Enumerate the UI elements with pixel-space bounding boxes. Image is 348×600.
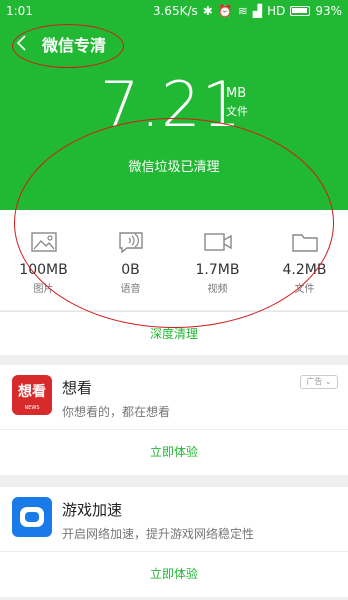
annotation-circle-stats (14, 118, 334, 328)
bluetooth-icon: ✱ (202, 4, 213, 18)
alarm-icon: ⏰ (217, 4, 233, 18)
try-now-button[interactable]: 立即体验 (0, 552, 348, 597)
battery-icon (290, 6, 311, 16)
network-type: HD (267, 4, 286, 18)
ad-badge[interactable]: 广告 ⌄ (300, 375, 338, 389)
status-icons: 3.65K/s ✱ ⏰ ≋ ▟ HD 93% (153, 4, 342, 18)
status-bar: 1:01 3.65K/s ✱ ⏰ ≋ ▟ HD 93% (0, 0, 348, 24)
app-name: 游戏加速 (62, 501, 123, 519)
battery-level: 93% (315, 4, 342, 18)
app-name: 想看 (62, 379, 93, 397)
app-description: 开启网络加速，提升游戏网络稳定性 (62, 527, 255, 541)
wifi-icon: ≋ (237, 4, 248, 18)
status-time: 1:01 (6, 4, 33, 18)
gamepad-icon (12, 497, 52, 537)
promo-card-game-boost: 游戏加速 开启网络加速，提升游戏网络稳定性 立即体验 (0, 487, 348, 597)
try-now-button[interactable]: 立即体验 (0, 430, 348, 475)
xiangkan-logo-sub: NEWS (24, 405, 40, 411)
cleaned-size-unit: MB (226, 86, 247, 101)
annotation-circle-title (12, 24, 124, 68)
app-description: 你想看的，都在想看 (62, 405, 171, 419)
network-speed: 3.65K/s (152, 4, 198, 18)
signal-icon: ▟ (252, 4, 263, 18)
promo-card-xiangkan: 想看 NEWS 想看 你想看的，都在想看 广告 ⌄ 立即体验 (0, 365, 348, 475)
xiangkan-logo-text: 想看 (18, 384, 46, 400)
cleaned-size-sub: 文件 (226, 105, 248, 118)
xiangkan-app-icon: 想看 NEWS (12, 375, 52, 415)
